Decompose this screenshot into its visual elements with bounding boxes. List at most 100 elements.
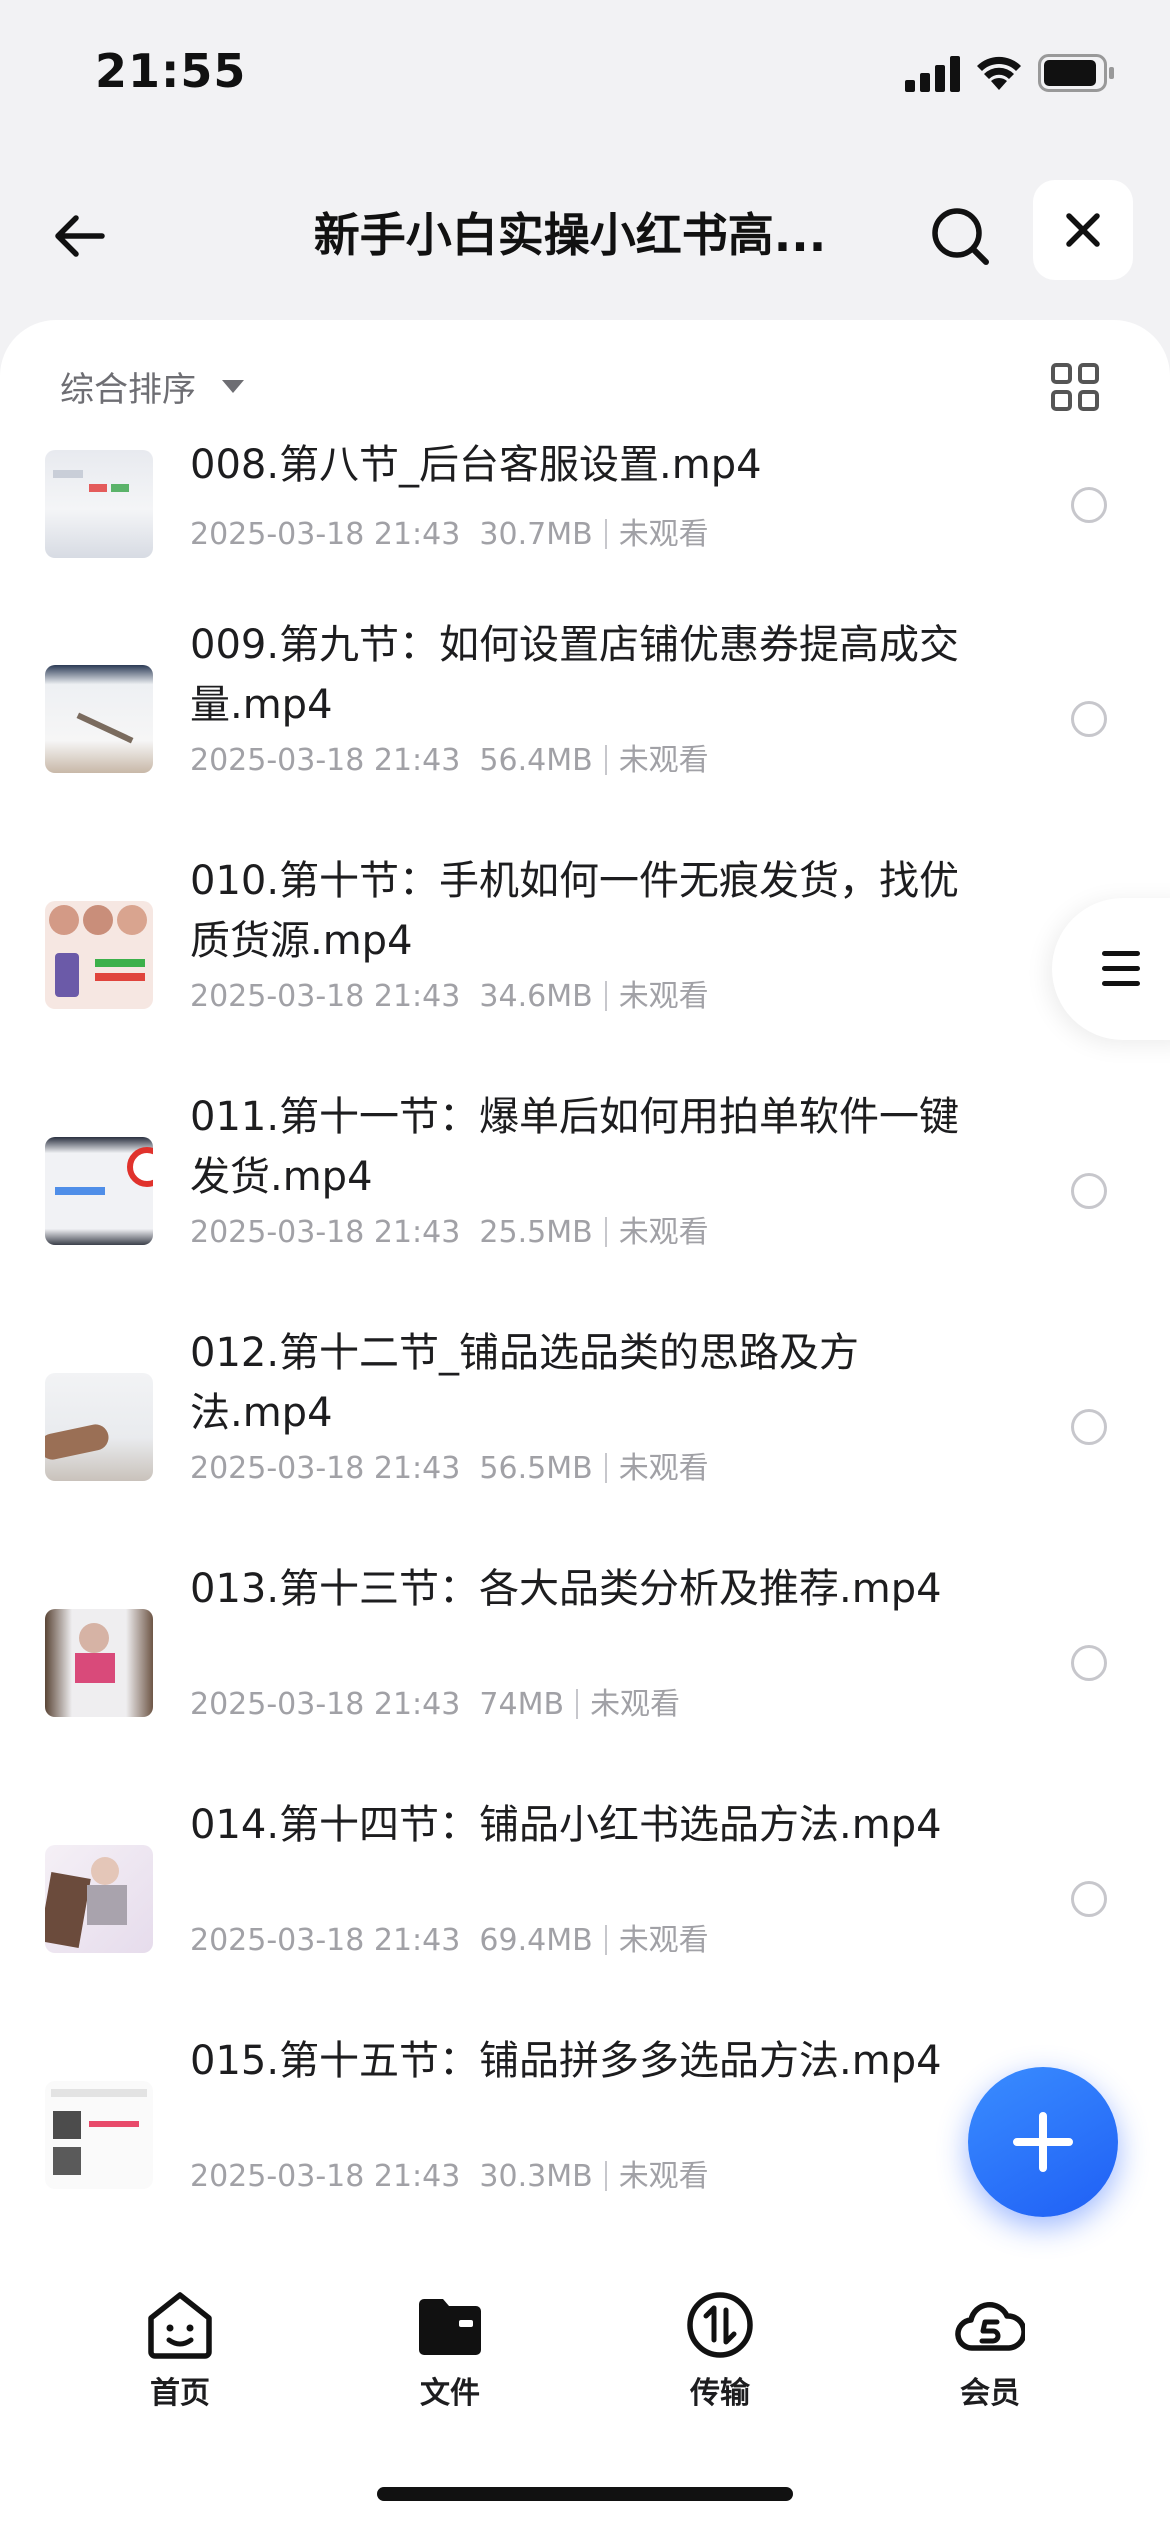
list-item[interactable]: 011.第十一节：爆单后如何用拍单软件一键发货.mp4 2025-03-18 2… [0,1087,1170,1297]
select-radio[interactable] [1071,1409,1107,1445]
file-meta: 2025-03-18 21:43 69.4MB 未观看 [190,1915,709,1959]
divider [604,1217,607,1247]
file-date: 2025-03-18 21:43 [190,743,461,778]
select-radio[interactable] [1071,701,1107,737]
file-meta: 2025-03-18 21:43 74MB 未观看 [190,1679,680,1723]
home-indicator [377,2487,793,2501]
menu-icon [1102,951,1140,986]
video-thumbnail [45,665,153,773]
watch-status: 未观看 [590,1687,681,1722]
tab-home[interactable]: 首页 [110,2290,250,2412]
file-date: 2025-03-18 21:43 [190,1687,461,1722]
video-thumbnail [45,1137,153,1245]
tab-label: 会员 [960,2376,1020,2411]
file-size: 30.3MB [479,2159,593,2194]
file-name: 009.第九节：如何设置店铺优惠券提高成交量.mp4 [190,622,960,728]
file-date: 2025-03-18 21:43 [190,2159,461,2194]
file-date: 2025-03-18 21:43 [190,1451,461,1486]
plus-icon [1013,2112,1073,2172]
grid-view-icon[interactable] [1050,362,1100,412]
wifi-icon [977,56,1021,90]
file-date: 2025-03-18 21:43 [190,979,461,1014]
list-item[interactable]: 013.第十三节：各大品类分析及推荐.mp4 2025-03-18 21:43 … [0,1559,1170,1769]
divider [604,981,607,1011]
select-radio[interactable] [1071,487,1107,523]
header-bar: 新手小白实操小红书高... [0,170,1170,300]
watch-status: 未观看 [618,743,709,778]
back-button[interactable] [40,196,120,276]
close-button[interactable] [1033,180,1133,280]
file-date: 2025-03-18 21:43 [190,517,461,552]
select-radio[interactable] [1071,1173,1107,1209]
list-item[interactable]: 012.第十二节_铺品选品类的思路及方法.mp4 2025-03-18 21:4… [0,1323,1170,1533]
search-icon [932,208,989,265]
watch-status: 未观看 [618,1215,709,1250]
tab-label: 传输 [690,2376,750,2411]
file-meta: 2025-03-18 21:43 56.5MB 未观看 [190,1443,709,1487]
close-icon [1066,213,1100,247]
list-item[interactable]: 008.第八节_后台客服设置.mp4 2025-03-18 21:43 30.7… [0,435,1170,595]
file-size: 30.7MB [479,517,593,552]
home-smile-icon [148,2292,212,2359]
divider [604,2161,607,2191]
tab-files[interactable]: 文件 [380,2290,520,2412]
divider [604,519,607,549]
tab-label: 文件 [420,2376,480,2411]
file-name: 008.第八节_后台客服设置.mp4 [190,442,762,488]
page-title: 新手小白实操小红书高... [313,208,827,262]
video-thumbnail [45,901,153,1009]
file-name: 011.第十一节：爆单后如何用拍单软件一键发货.mp4 [190,1094,960,1200]
folder-icon [419,2299,481,2355]
tab-vip[interactable]: 会员 [920,2290,1060,2412]
divider [604,1925,607,1955]
file-size: 56.5MB [479,1451,593,1486]
file-size: 69.4MB [479,1923,593,1958]
file-size: 74MB [479,1687,565,1722]
transfer-icon [687,2292,753,2358]
file-name: 014.第十四节：铺品小红书选品方法.mp4 [190,1802,942,1848]
watch-status: 未观看 [618,517,709,552]
tab-label: 首页 [150,2376,210,2411]
file-meta: 2025-03-18 21:43 30.3MB 未观看 [190,2151,709,2195]
video-thumbnail [45,1609,153,1717]
vip-cloud-icon [955,2302,1025,2351]
video-thumbnail [45,2081,153,2189]
add-button[interactable] [968,2067,1118,2217]
video-thumbnail [45,1373,153,1481]
file-meta: 2025-03-18 21:43 56.4MB 未观看 [190,735,709,779]
video-thumbnail [45,1845,153,1953]
arrow-left-icon [55,215,105,257]
watch-status: 未观看 [618,1451,709,1486]
status-time: 21:55 [95,44,247,98]
search-button[interactable] [920,196,1000,276]
divider [604,745,607,775]
file-name: 015.第十五节：铺品拼多多选品方法.mp4 [190,2038,942,2084]
file-date: 2025-03-18 21:43 [190,1215,461,1250]
list-item[interactable]: 014.第十四节：铺品小红书选品方法.mp4 2025-03-18 21:43 … [0,1795,1170,2005]
battery-icon [1038,54,1114,92]
select-radio[interactable] [1071,1645,1107,1681]
list-item[interactable]: 009.第九节：如何设置店铺优惠券提高成交量.mp4 2025-03-18 21… [0,615,1170,825]
divider [576,1689,579,1719]
watch-status: 未观看 [618,979,709,1014]
watch-status: 未观看 [618,1923,709,1958]
file-name: 013.第十三节：各大品类分析及推荐.mp4 [190,1566,942,1612]
status-bar: 21:55 [0,0,1170,150]
divider [604,1453,607,1483]
file-size: 25.5MB [479,1215,593,1250]
list-item[interactable]: 010.第十节：手机如何一件无痕发货，找优质货源.mp4 2025-03-18 … [0,851,1170,1061]
sort-dropdown[interactable]: 综合排序 [60,362,244,411]
select-radio[interactable] [1071,1881,1107,1917]
file-size: 34.6MB [479,979,593,1014]
file-name: 012.第十二节_铺品选品类的思路及方法.mp4 [190,1330,860,1436]
tab-transfer[interactable]: 传输 [650,2290,790,2412]
file-meta: 2025-03-18 21:43 25.5MB 未观看 [190,1207,709,1251]
file-date: 2025-03-18 21:43 [190,1923,461,1958]
file-list-panel: 综合排序 008.第八节_后台客服设置.mp4 2025-03-18 21:43… [0,320,1170,2532]
sort-label: 综合排序 [60,370,196,410]
file-meta: 2025-03-18 21:43 30.7MB 未观看 [190,509,709,553]
file-name: 010.第十节：手机如何一件无痕发货，找优质货源.mp4 [190,858,960,964]
cellular-signal-icon [905,56,960,92]
file-size: 56.4MB [479,743,593,778]
file-meta: 2025-03-18 21:43 34.6MB 未观看 [190,971,709,1015]
